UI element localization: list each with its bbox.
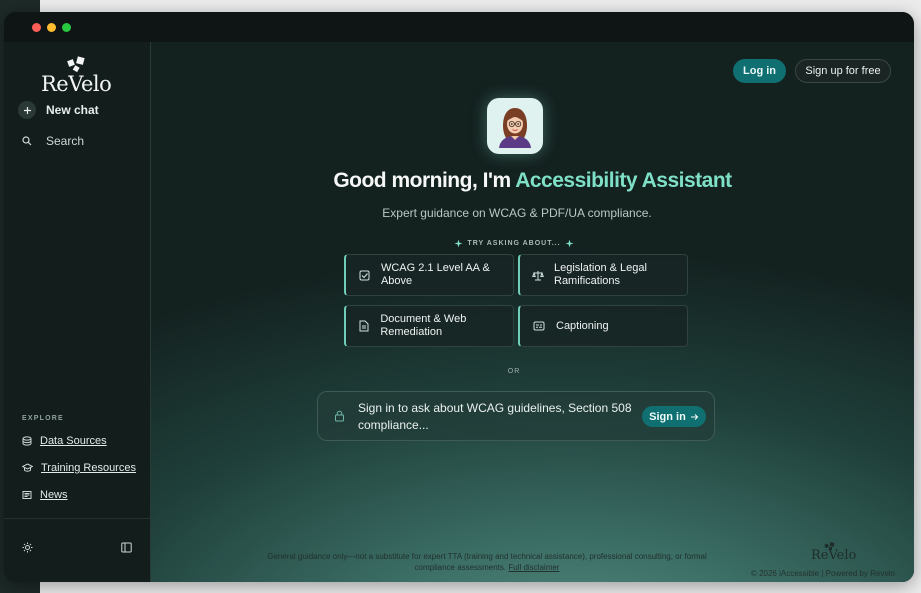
checkbox-icon [358,270,371,281]
search-icon [18,132,36,150]
sparkle-icon [454,239,463,248]
footer-logo-text: ReVelo [811,548,857,563]
logo-text: ReVelo [41,72,112,96]
suggestion-card-captioning[interactable]: Captioning [518,305,688,347]
plus-icon [18,101,36,119]
graduation-cap-icon [22,463,33,472]
data-sources-label: Data Sources [40,435,107,447]
signup-button[interactable]: Sign up for free [795,59,891,83]
new-chat-label: New chat [46,103,99,117]
title-bar [4,12,914,42]
main-content: Log in Sign up for free Good morning, I'… [151,42,914,582]
greeting-prefix: Good morning, I'm [333,169,516,192]
close-window-button[interactable] [32,23,41,32]
assistant-avatar [487,98,543,154]
new-chat-button[interactable]: New chat [18,99,99,121]
revelo-logo[interactable]: ReVelo [41,56,121,96]
full-disclaimer-link[interactable]: Full disclaimer [508,563,559,572]
collapse-sidebar-icon[interactable] [121,540,132,558]
search-button[interactable]: Search [18,130,84,152]
suggestion-label: Document & Web Remediation [380,313,467,338]
lock-icon [334,409,345,427]
disclaimer-body: General guidance only—not a substitute f… [267,552,707,572]
suggestion-label: Captioning [556,319,609,332]
try-asking-text: TRY ASKING ABOUT... [467,240,561,247]
or-divider: OR [507,368,521,375]
explore-link-news[interactable]: News [22,489,68,501]
signin-prompt-text: Sign in to ask about WCAG guidelines, Se… [358,401,632,432]
caption-icon [532,321,546,331]
footer-revelo-logo: ReVelo [811,542,861,566]
sidebar: ReVelo New chat Search EXPLORE Data Sour… [4,42,151,582]
suggestion-label: WCAG 2.1 Level AA & Above [380,262,490,287]
login-button[interactable]: Log in [733,59,786,83]
signin-prompt-box[interactable]: Sign in to ask about WCAG guidelines, Se… [317,391,715,441]
try-asking-label: TRY ASKING ABOUT... [151,239,877,248]
newspaper-icon [22,491,32,499]
database-icon [22,436,32,446]
scales-icon [532,270,544,281]
sidebar-divider [4,518,150,519]
copyright-text: © 2026 iAccessible | Powered by Revelo [750,569,895,578]
minimize-window-button[interactable] [47,23,56,32]
maximize-window-button[interactable] [62,23,71,32]
theme-toggle-sun-icon[interactable] [22,540,33,558]
hero-subtitle: Expert guidance on WCAG & PDF/UA complia… [382,206,652,220]
suggestion-label: Legislation & Legal Ramifications [554,262,647,287]
signin-button-label: Sign in [649,410,686,423]
greeting-heading: Good morning, I'm Accessibility Assistan… [151,169,914,193]
sparkle-icon [565,239,574,248]
news-label: News [40,489,68,501]
app-window: ReVelo New chat Search EXPLORE Data Sour… [4,12,914,582]
assistant-avatar-icon [499,108,531,148]
explore-link-training-resources[interactable]: Training Resources [22,462,136,474]
explore-heading: EXPLORE [22,415,64,422]
signin-button[interactable]: Sign in [642,406,706,427]
training-resources-label: Training Resources [41,462,136,474]
suggestion-card-legislation[interactable]: Legislation & Legal Ramifications [518,254,688,296]
search-label: Search [46,134,85,148]
explore-link-data-sources[interactable]: Data Sources [22,435,107,447]
document-icon [358,320,370,332]
disclaimer-text: General guidance only—not a substitute f… [267,551,707,573]
suggestion-card-remediation[interactable]: Document & Web Remediation [344,305,514,347]
arrow-right-icon [690,413,699,420]
assistant-name: Accessibility Assistant [515,169,732,192]
suggestion-card-wcag[interactable]: WCAG 2.1 Level AA & Above [344,254,514,296]
